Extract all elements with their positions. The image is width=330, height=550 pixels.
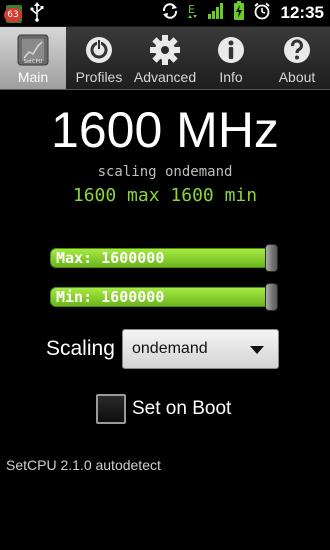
- tab-info[interactable]: Info: [198, 27, 264, 89]
- min-frequency-slider[interactable]: Min: 1600000: [50, 283, 278, 311]
- status-bar: 63 E 12:35: [0, 0, 330, 27]
- tab-main-label: Main: [17, 69, 49, 85]
- scaling-select-value: ondemand: [132, 340, 208, 357]
- status-right: E 12:35: [161, 1, 324, 25]
- tab-about-label: About: [278, 69, 316, 85]
- sync-icon: [161, 2, 179, 24]
- tab-profiles[interactable]: Profiles: [66, 27, 132, 89]
- svg-text:E: E: [188, 3, 195, 16]
- cpu-chip-icon: SetCPU: [16, 33, 50, 67]
- status-clock: 12:35: [280, 3, 324, 22]
- max-slider-thumb[interactable]: [265, 244, 278, 272]
- set-on-boot-label[interactable]: Set on Boot: [132, 398, 231, 420]
- tab-advanced[interactable]: Advanced: [132, 27, 198, 89]
- svg-text:SetCPU: SetCPU: [24, 59, 43, 65]
- scaling-label: Scaling: [46, 337, 115, 360]
- power-icon: [82, 33, 116, 67]
- scaling-governor-select[interactable]: ondemand: [122, 329, 279, 369]
- gear-icon: [148, 33, 182, 67]
- alarm-icon: [253, 2, 271, 24]
- tab-bar: SetCPU Main Profiles Advanced Info About: [0, 27, 330, 90]
- tab-about[interactable]: About: [264, 27, 330, 89]
- tab-main[interactable]: SetCPU Main: [0, 27, 66, 89]
- app-notification-icon: 63: [4, 3, 24, 25]
- min-slider-thumb[interactable]: [265, 283, 278, 311]
- current-frequency: 1600 MHz: [51, 102, 279, 158]
- set-on-boot-row: Set on Boot: [96, 393, 231, 425]
- set-on-boot-checkbox[interactable]: [96, 394, 126, 424]
- max-min-status: 1600 max 1600 min: [72, 185, 258, 206]
- tab-profiles-label: Profiles: [75, 69, 123, 85]
- dropdown-arrow-icon: [250, 346, 264, 354]
- min-slider-label: Min: 1600000: [56, 288, 165, 306]
- tab-advanced-label: Advanced: [133, 69, 197, 85]
- usb-icon: [30, 2, 44, 26]
- data-e-icon: E: [187, 1, 199, 25]
- info-icon: [214, 33, 248, 67]
- status-left: 63: [4, 2, 44, 26]
- scaling-row: Scaling ondemand: [46, 328, 279, 370]
- question-icon: [280, 33, 314, 67]
- max-frequency-slider[interactable]: Max: 1600000: [50, 244, 278, 272]
- scaling-status: scaling ondemand: [97, 164, 233, 180]
- notification-count: 63: [4, 8, 22, 22]
- battery-icon: [233, 1, 245, 25]
- version-footer: SetCPU 2.1.0 autodetect: [6, 457, 161, 473]
- tab-info-label: Info: [219, 69, 243, 85]
- signal-icon: [207, 2, 225, 24]
- max-slider-label: Max: 1600000: [56, 249, 165, 267]
